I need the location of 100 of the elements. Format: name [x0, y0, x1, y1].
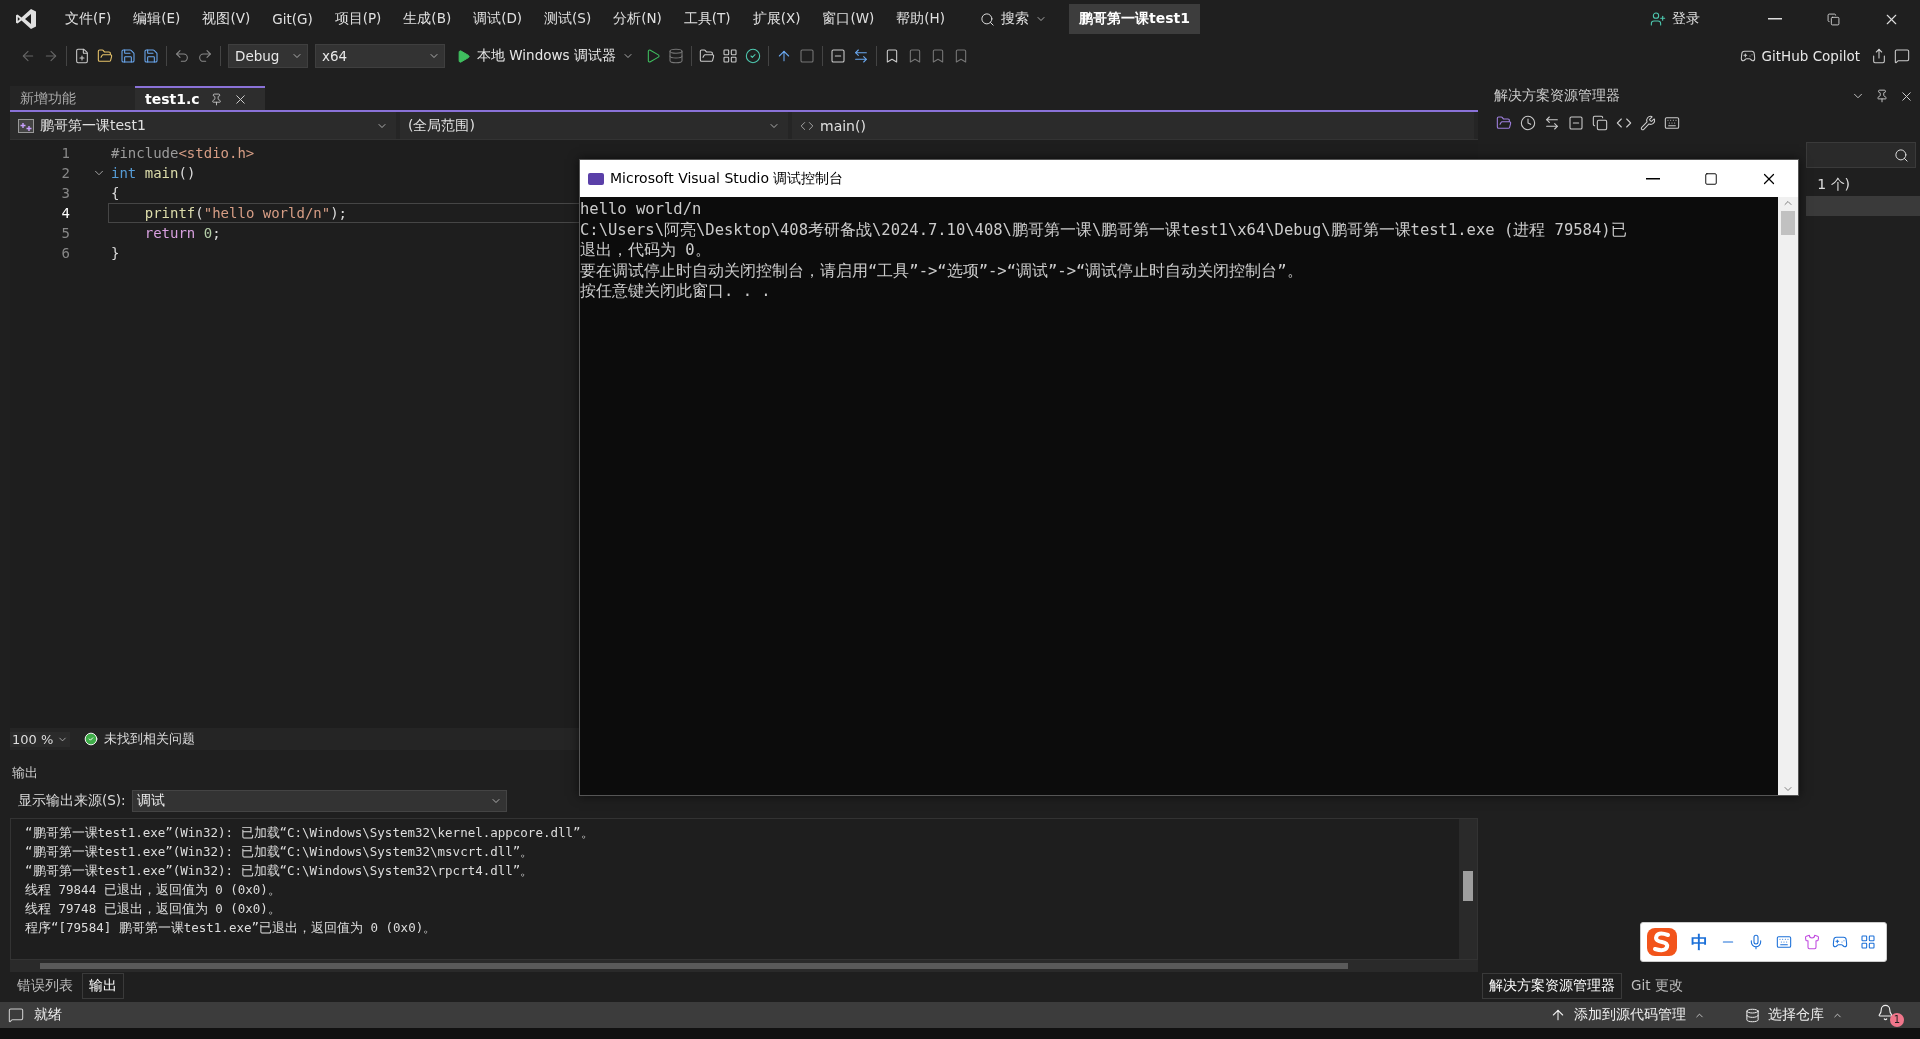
output-source-label: 显示输出来源(S):: [18, 792, 126, 810]
search-icon: [1894, 147, 1909, 163]
repository-icon: [1745, 1007, 1760, 1023]
bell-icon: [1877, 1003, 1894, 1021]
collapse-all-icon[interactable]: [1568, 115, 1584, 131]
menu-item[interactable]: 编辑(E): [122, 10, 192, 28]
menu-item[interactable]: Git(G): [261, 11, 324, 27]
microphone-icon[interactable]: [1748, 934, 1764, 950]
output-icon[interactable]: [8, 1007, 24, 1023]
code-line: return 0;: [143, 224, 222, 243]
grid-icon[interactable]: [1860, 934, 1876, 950]
github-copilot-button[interactable]: GitHub Copilot: [1735, 46, 1864, 66]
minimize-icon: [1646, 177, 1660, 180]
check-icon: [84, 732, 99, 746]
code-line: #include<stdio.h>: [110, 144, 256, 163]
zoom-dropdown[interactable]: 100 %: [10, 731, 71, 747]
line-number: 5: [60, 225, 70, 241]
add-to-source-control-button[interactable]: 添加到源代码管理: [1544, 1005, 1711, 1025]
solution-title: 鹏哥第一课test1: [1069, 4, 1200, 34]
search-icon: [980, 11, 995, 27]
panel-tab[interactable]: 输出: [82, 973, 124, 999]
tree-item-text[interactable]: 1 个): [1817, 176, 1850, 194]
spell-check-icon[interactable]: [744, 48, 761, 64]
restore-icon: [1826, 12, 1840, 26]
menu-item[interactable]: 扩展(X): [741, 10, 812, 28]
code-view-icon[interactable]: [1616, 115, 1632, 131]
project-icon: [18, 118, 34, 133]
layout-icon[interactable]: [721, 48, 738, 64]
undo-icon[interactable]: [174, 48, 190, 64]
configuration-dropdown[interactable]: Debug: [228, 44, 308, 68]
feedback-icon[interactable]: [1894, 48, 1910, 64]
person-plus-icon: [1650, 11, 1666, 27]
menu-item[interactable]: 调试(D): [462, 10, 534, 28]
menu-item[interactable]: 生成(B): [392, 10, 463, 28]
horizontal-scrollbar[interactable]: [10, 960, 1478, 972]
keyboard-icon[interactable]: [1776, 934, 1792, 950]
document-tab[interactable]: test1.c: [135, 86, 265, 110]
input-mode-text[interactable]: 中: [1691, 930, 1708, 954]
shirt-icon[interactable]: [1804, 934, 1820, 950]
vertical-scrollbar[interactable]: [1459, 819, 1477, 959]
save-all-icon[interactable]: [143, 48, 159, 64]
menu-item[interactable]: 文件(F): [54, 10, 123, 28]
back-icon[interactable]: [20, 48, 36, 64]
output-source-dropdown[interactable]: 调试: [131, 790, 507, 812]
code-line: }: [110, 244, 121, 263]
notification-count: 1: [1890, 1012, 1904, 1027]
menu-item[interactable]: 帮助(H): [885, 10, 956, 28]
hot-reload-icon[interactable]: [667, 48, 684, 64]
properties-icon[interactable]: [1640, 115, 1656, 131]
status-text: 就绪: [34, 1006, 62, 1024]
platform-dropdown[interactable]: x64: [315, 44, 445, 68]
select-repository-button[interactable]: 选择仓库: [1739, 1005, 1849, 1025]
sign-in-button[interactable]: 登录: [1644, 9, 1706, 29]
copilot-icon: [1739, 48, 1756, 64]
menu-item[interactable]: 测试(S): [533, 10, 603, 28]
menu-item[interactable]: 项目(P): [323, 10, 393, 28]
solution-icon[interactable]: [1496, 115, 1512, 131]
maximize-icon: [1704, 171, 1718, 186]
search-button[interactable]: 搜索: [972, 6, 1055, 32]
show-all-files-icon[interactable]: [1592, 115, 1608, 131]
panel-tab[interactable]: Git 更改: [1624, 973, 1690, 999]
search-field[interactable]: [1806, 142, 1916, 168]
scroll-thumb[interactable]: [1781, 211, 1795, 235]
menu-item[interactable]: 视图(V): [191, 10, 262, 28]
sync-icon[interactable]: [1544, 115, 1560, 131]
issues-status: 未找到相关问题: [104, 730, 196, 748]
menu-item[interactable]: 分析(N): [602, 10, 673, 28]
output-title: 输出: [11, 764, 39, 782]
minimize-icon: [1768, 18, 1782, 20]
play-icon: [456, 48, 471, 64]
new-project-icon[interactable]: [74, 48, 90, 64]
pin-icon[interactable]: [1875, 88, 1889, 103]
pin-icon[interactable]: [209, 92, 223, 106]
forward-icon[interactable]: [43, 48, 59, 64]
start-debugging-button[interactable]: 本地 Windows 调试器: [452, 45, 638, 67]
vertical-scrollbar[interactable]: [1778, 197, 1798, 795]
gamepad-icon[interactable]: [1832, 934, 1848, 950]
solution-folder-icon[interactable]: [698, 48, 715, 64]
menu-item[interactable]: 工具(T): [672, 10, 742, 28]
console-icon: [588, 172, 604, 185]
code-line: {: [110, 184, 121, 203]
menu-item[interactable]: 窗口(W): [811, 10, 886, 28]
share-icon[interactable]: [1871, 48, 1887, 64]
uncomment-icon[interactable]: [852, 48, 869, 64]
notifications-button[interactable]: 1: [1877, 1003, 1904, 1027]
output-log: “鹏哥第一课test1.exe”(Win32): 已加载“C:\Windows\System32\kernel.appcore.dll”。 “鹏哥第一课test1.exe”(Win32): 已加载“C:\Windows\System32\msvcrt.dll”。 “鹏哥第一课test1.exe”(Win32): 已加载“C:\Windows\System32\rpcrt4.dll”。 线程 79844 已退出，返回值为 0 (0x0)。 线程 79748 已退出，返回值为 0 (0x0)。 程序“[79584] 鹏哥第一课test1.exe”已退出，返回值为 0 (0x0)。: [24, 824, 595, 937]
document-tab[interactable]: 新增功能: [10, 86, 135, 110]
window-title: Microsoft Visual Studio 调试控制台: [610, 169, 845, 188]
history-icon[interactable]: [1520, 115, 1536, 131]
save-icon[interactable]: [120, 48, 136, 64]
comment-icon[interactable]: [829, 48, 846, 64]
panel-tab[interactable]: 错误列表: [10, 973, 80, 999]
code-line: int main(): [110, 164, 197, 183]
preview-icon[interactable]: [1664, 115, 1680, 131]
line-number: 3: [60, 185, 70, 201]
redo-icon[interactable]: [197, 48, 213, 64]
sogou-logo-icon: [1645, 925, 1679, 959]
open-folder-icon[interactable]: [97, 48, 113, 64]
panel-tab[interactable]: 解决方案资源管理器: [1482, 973, 1622, 999]
line-number: 4: [60, 205, 70, 221]
